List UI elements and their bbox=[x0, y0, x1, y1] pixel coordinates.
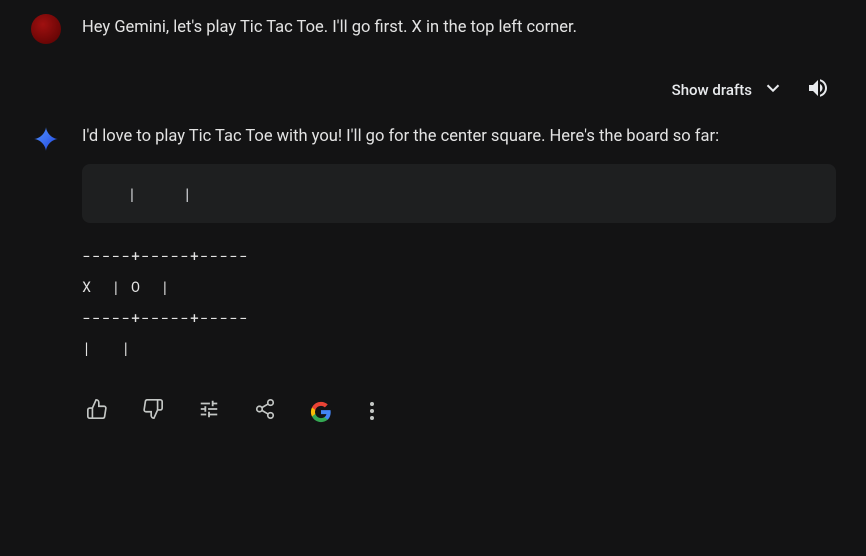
show-drafts-label: Show drafts bbox=[672, 81, 752, 99]
thumbs-up-icon bbox=[86, 398, 108, 423]
user-avatar bbox=[31, 14, 61, 44]
code-block: | | bbox=[82, 164, 836, 223]
gemini-sparkle-icon bbox=[32, 125, 60, 153]
user-avatar-col bbox=[30, 12, 62, 44]
user-text: Hey Gemini, let's play Tic Tac Toe. I'll… bbox=[82, 12, 836, 41]
volume-up-icon bbox=[806, 76, 830, 103]
thumbs-down-button[interactable] bbox=[138, 394, 168, 427]
gemini-avatar-col bbox=[30, 123, 62, 427]
user-content: Hey Gemini, let's play Tic Tac Toe. I'll… bbox=[82, 12, 836, 44]
user-message: Hey Gemini, let's play Tic Tac Toe. I'll… bbox=[30, 12, 836, 44]
google-button[interactable] bbox=[306, 397, 334, 425]
share-button[interactable] bbox=[250, 394, 280, 427]
drafts-row: Show drafts bbox=[30, 72, 836, 107]
tune-button[interactable] bbox=[194, 394, 224, 427]
tune-icon bbox=[198, 398, 220, 423]
show-drafts-button[interactable]: Show drafts bbox=[672, 77, 784, 103]
thumbs-up-button[interactable] bbox=[82, 394, 112, 427]
gemini-content: I'd love to play Tic Tac Toe with you! I… bbox=[82, 123, 836, 427]
more-options-button[interactable] bbox=[360, 396, 384, 426]
chevron-down-icon bbox=[762, 77, 784, 103]
gemini-message: I'd love to play Tic Tac Toe with you! I… bbox=[30, 123, 836, 427]
google-g-icon bbox=[310, 401, 330, 421]
speaker-button[interactable] bbox=[802, 72, 834, 107]
more-vert-icon bbox=[364, 400, 380, 422]
thumbs-down-icon bbox=[142, 398, 164, 423]
share-icon bbox=[254, 398, 276, 423]
response-text: I'd love to play Tic Tac Toe with you! I… bbox=[82, 123, 836, 150]
action-bar bbox=[82, 390, 836, 427]
board-text: -----+-----+----- X | O | -----+-----+--… bbox=[82, 241, 836, 364]
